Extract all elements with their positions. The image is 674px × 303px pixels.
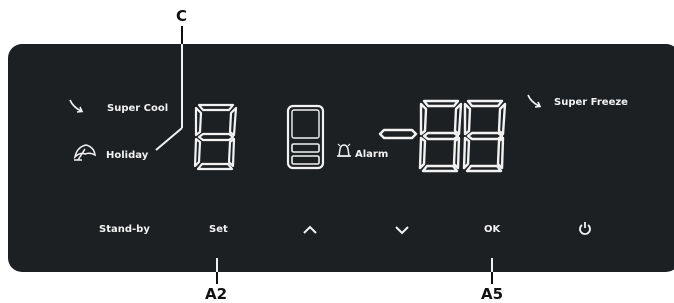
super-freeze-label: Super Freeze xyxy=(554,97,628,108)
chevron-down-icon[interactable] xyxy=(394,224,410,236)
callout-a2: A2 xyxy=(205,285,228,303)
bell-icon xyxy=(337,143,351,157)
ok-button[interactable]: OK xyxy=(484,224,500,235)
umbrella-icon xyxy=(73,144,96,161)
super-cool-label: Super Cool xyxy=(107,103,169,114)
super-freeze-arrow-icon xyxy=(527,94,542,108)
chevron-up-icon[interactable] xyxy=(302,224,318,236)
power-icon[interactable] xyxy=(578,221,592,235)
standby-button[interactable]: Stand-by xyxy=(99,224,150,235)
holiday-label: Holiday xyxy=(106,150,149,161)
set-button[interactable]: Set xyxy=(209,224,228,235)
fridge-temp-display xyxy=(193,103,238,171)
callout-a5: A5 xyxy=(481,285,504,303)
freezer-temp-display xyxy=(378,99,507,173)
fridge-compartments-icon xyxy=(286,104,325,170)
super-cool-arrow-icon xyxy=(69,99,84,113)
